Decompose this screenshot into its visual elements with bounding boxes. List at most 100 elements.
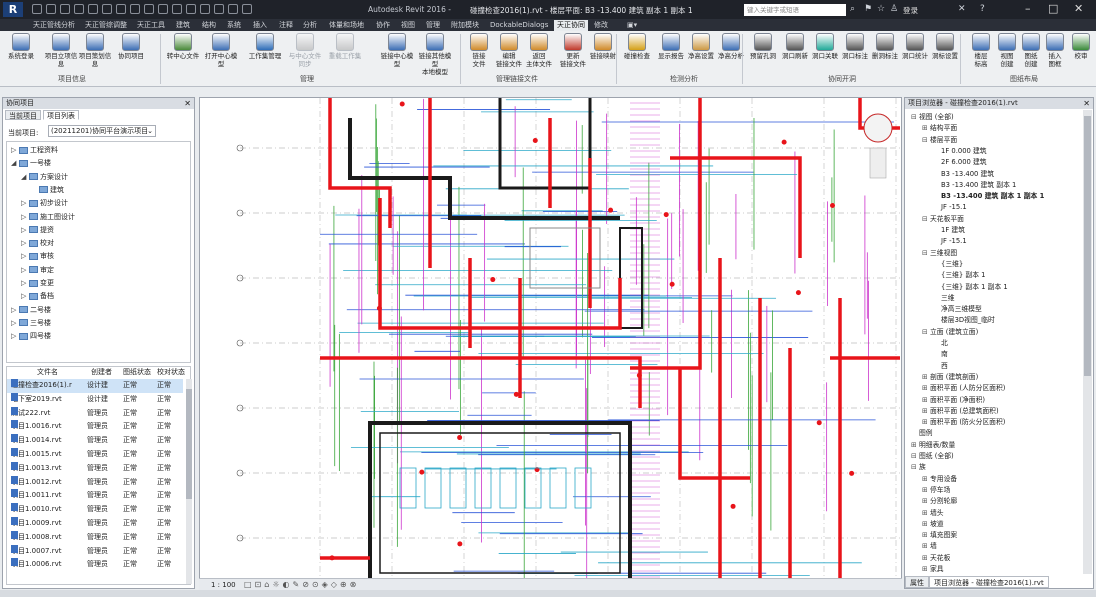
tree-node[interactable]: ▷ 二号楼 [11,304,51,316]
expand-icon[interactable]: ▷ [21,237,27,249]
tab-project-list[interactable]: 项目列表 [43,110,79,120]
tree-node[interactable]: ▷ 工程资料 [11,144,58,156]
browser-node[interactable]: B3 -13.400 建筑 副本 1 [933,180,1016,191]
ribbon-options-icon[interactable]: ▣▾ [624,20,640,31]
file-row[interactable]: 项目1.0008.rvt 管理员 正常 正常 [7,530,183,545]
tab-4[interactable]: 结构 [199,20,219,31]
close-hidden-icon[interactable] [214,4,224,14]
undo-icon[interactable] [74,4,84,14]
ribbon-button-20[interactable]: 预留孔洞 [746,33,780,75]
browser-node[interactable]: JF -15.1 [933,236,967,247]
tab-13[interactable]: 附加模块 [448,20,482,31]
browser-node[interactable]: ⊞ 墙 [922,541,937,552]
3d-view-icon[interactable] [172,4,182,14]
save-icon[interactable] [46,4,56,14]
col-header-creator[interactable]: 创建者 [91,367,112,378]
ribbon-button-13[interactable]: 返回 主体文件 [522,33,556,75]
browser-node[interactable]: {三维} 副本 1 副本 1 [933,282,1008,293]
ribbon-button-2[interactable]: 项目策划信息 [78,33,112,75]
browser-node[interactable]: ⊟ 图纸 (全部) [911,451,954,462]
user-icon[interactable]: ♙ [890,4,898,14]
tab-3[interactable]: 建筑 [173,20,193,31]
expand-icon[interactable]: ▷ [21,224,27,236]
expand-icon[interactable]: ▷ [11,317,17,329]
browser-node[interactable]: ⊞ 面积平面 (防火分区面积) [922,417,1005,428]
expand-icon[interactable]: ⊟ [911,112,919,123]
expand-icon[interactable]: ⊞ [922,372,930,383]
browser-node[interactable]: ⊞ 填充图案 [922,530,957,541]
expand-icon[interactable]: ⊟ [922,135,930,146]
ribbon-button-18[interactable]: 净高设置 [684,33,718,75]
floor-plan-drawing[interactable] [200,98,902,588]
print-icon[interactable] [102,4,112,14]
ribbon-button-23[interactable]: 洞口标注 [838,33,872,75]
ribbon-button-12[interactable]: 编辑 链接文件 [492,33,526,75]
expand-icon[interactable]: ⊞ [922,519,930,530]
file-row[interactable]: 项目1.0012.rvt 管理员 正常 正常 [7,475,183,490]
redo-icon[interactable] [88,4,98,14]
expand-icon[interactable]: ▷ [21,290,27,302]
expand-icon[interactable]: ⊞ [911,440,919,451]
tab-1[interactable]: 天正管综调整 [82,20,130,31]
tab-16[interactable]: 修改 [591,20,611,31]
expand-icon[interactable]: ▷ [11,144,17,156]
tree-node[interactable]: ▷ 提资 [21,224,54,236]
sync-icon[interactable] [60,4,70,14]
tree-node[interactable]: ▷ 三号楼 [11,317,51,329]
expand-icon[interactable]: ⊟ [911,451,919,462]
tree-node[interactable]: ▷ 备档 [21,290,54,302]
tree-node[interactable]: ▷ 审定 [21,264,54,276]
browser-node[interactable]: ⊟ 天花板平面 [922,214,964,225]
ribbon-button-14[interactable]: 更新 链接文件 [556,33,590,75]
expand-icon[interactable]: ⊞ [922,530,930,541]
expand-icon[interactable]: ◢ [11,157,17,169]
minimize-button[interactable]: – [1025,2,1031,15]
expand-icon[interactable]: ⊞ [922,474,930,485]
binoculars-icon[interactable]: ⌕ [850,4,855,14]
expand-icon[interactable]: ⊞ [922,383,930,394]
drawing-canvas[interactable] [199,97,902,589]
tab-5[interactable]: 系统 [224,20,244,31]
expand-icon[interactable]: ⊟ [922,327,930,338]
ribbon-button-3[interactable]: 协同项目 [114,33,148,75]
tree-node[interactable]: ▷ 施工图设计 [21,211,75,223]
expand-icon[interactable]: ⊞ [922,123,930,134]
tab-project-browser[interactable]: 项目浏览器 - 碰撞检查2016(1).rvt [929,576,1049,588]
switch-windows-icon[interactable] [228,4,238,14]
browser-node[interactable]: 图例 [911,428,933,439]
ribbon-button-9[interactable]: 链接中心模型 [380,33,414,75]
file-row[interactable]: 项目1.0007.rvt 管理员 正常 正常 [7,544,183,559]
help-icon[interactable]: ? [980,4,985,14]
view-scale[interactable]: 1 : 100 [211,581,236,589]
section-icon[interactable] [186,4,196,14]
maximize-button[interactable]: □ [1048,2,1058,15]
tab-2[interactable]: 天正工具 [134,20,168,31]
tab-11[interactable]: 视图 [398,20,418,31]
file-row[interactable]: 碰撞检查2016(1).r 设计建 正常 正常 [7,379,183,393]
tag-icon[interactable] [144,4,154,14]
browser-node[interactable]: ⊞ 分割轮廓 [922,496,957,507]
browser-node[interactable]: 净高三维模型 [933,304,982,315]
current-project-select[interactable]: (20211201)协同平台演示项目 ⌄ [48,125,156,137]
file-row[interactable]: 项目1.0010.rvt 管理员 正常 正常 [7,503,183,517]
browser-node[interactable]: ⊟ 视图 (全部) [911,112,954,123]
browser-node[interactable]: B3 -13.400 建筑 副本 1 副本 1 [933,191,1044,202]
tab-7[interactable]: 注释 [276,20,296,31]
ribbon-button-4[interactable]: 转中心文件 [166,33,200,75]
browser-node[interactable]: ⊞ 明细表/数量 [911,440,955,451]
favorites-icon[interactable]: ☆ [877,4,885,14]
browser-node[interactable]: ⊞ 专用设备 [922,474,957,485]
close-icon[interactable]: ✕ [1083,99,1090,108]
expand-icon[interactable]: ▷ [11,330,17,342]
ribbon-button-1[interactable]: 项目立项信息 [44,33,78,75]
browser-node[interactable]: ⊟ 楼层平面 [922,135,957,146]
file-row[interactable]: 项目1.0015.rvt 管理员 正常 正常 [7,448,183,462]
tree-node[interactable]: ▷ 四号楼 [11,330,51,342]
browser-node[interactable]: ⊞ 停车场 [922,485,950,496]
tab-10[interactable]: 协作 [373,20,393,31]
tab-current-project[interactable]: 当前项目 [5,110,41,120]
ribbon-button-6[interactable]: 工作集管理 [248,33,282,75]
expand-icon[interactable]: ⊞ [922,485,930,496]
browser-node[interactable]: ⊞ 墙头 [922,508,944,519]
browser-node[interactable]: ⊞ 面积平面 (净面积) [922,395,985,406]
